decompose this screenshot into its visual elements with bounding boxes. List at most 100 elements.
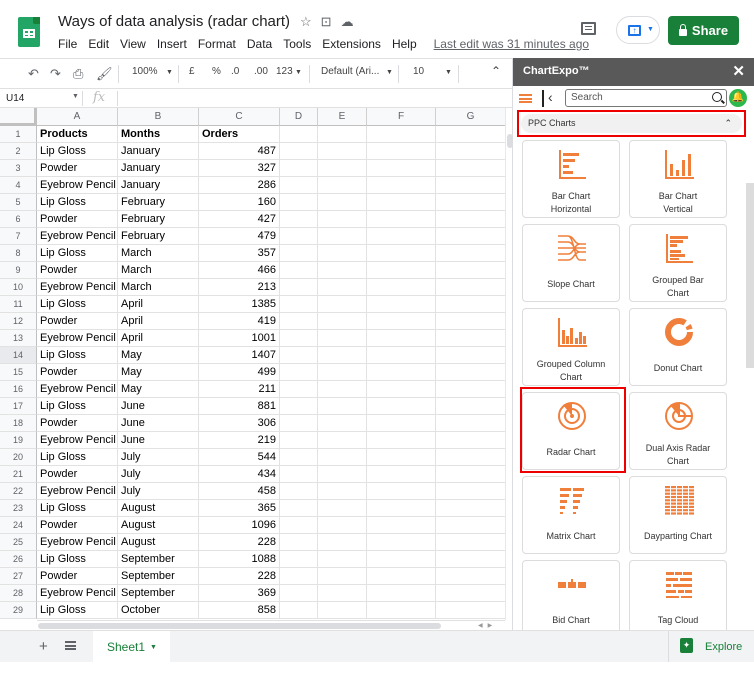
row-number[interactable]: 17 [0, 398, 37, 415]
cell-b24[interactable]: August [118, 517, 199, 534]
cell-d5[interactable] [280, 194, 318, 211]
cell-e4[interactable] [318, 177, 367, 194]
row-number[interactable]: 13 [0, 330, 37, 347]
cell-c15[interactable]: 499 [199, 364, 280, 381]
cell-e28[interactable] [318, 585, 367, 602]
cell-c11[interactable]: 1385 [199, 296, 280, 313]
cell-g18[interactable] [436, 415, 506, 432]
cell-g10[interactable] [436, 279, 506, 296]
chart-card-bar-chart-vertical[interactable]: Bar Chart Vertical [629, 140, 727, 218]
chart-card-matrix-chart[interactable]: Matrix Chart [522, 476, 620, 554]
cell-b26[interactable]: September [118, 551, 199, 568]
cell-d6[interactable] [280, 211, 318, 228]
cell-e12[interactable] [318, 313, 367, 330]
cell-a3[interactable]: Powder [37, 160, 118, 177]
cell-c13[interactable]: 1001 [199, 330, 280, 347]
chart-card-donut-chart[interactable]: Donut Chart [629, 308, 727, 386]
cell-b22[interactable]: July [118, 483, 199, 500]
cell-b25[interactable]: August [118, 534, 199, 551]
menu-tools[interactable]: Tools [283, 37, 311, 51]
cell-e8[interactable] [318, 245, 367, 262]
cell-e27[interactable] [318, 568, 367, 585]
column-header-f[interactable]: F [367, 108, 436, 126]
chart-card-dayparting-chart[interactable]: Dayparting Chart [629, 476, 727, 554]
star-icon[interactable]: ☆ [300, 14, 312, 30]
cell-a10[interactable]: Eyebrow Pencil [37, 279, 118, 296]
cell-d8[interactable] [280, 245, 318, 262]
cell-e21[interactable] [318, 466, 367, 483]
cell-f23[interactable] [367, 500, 436, 517]
cell-f16[interactable] [367, 381, 436, 398]
cell-e11[interactable] [318, 296, 367, 313]
zoom-select[interactable]: 100% [132, 66, 158, 77]
cell-f9[interactable] [367, 262, 436, 279]
cell-g19[interactable] [436, 432, 506, 449]
close-icon[interactable]: ✕ [732, 62, 745, 80]
cell-g17[interactable] [436, 398, 506, 415]
font-size-select[interactable]: 10 [413, 66, 424, 77]
cell-b18[interactable]: June [118, 415, 199, 432]
scroll-arrows[interactable]: ◀▶ [478, 622, 497, 629]
row-number[interactable]: 9 [0, 262, 37, 279]
cell-e25[interactable] [318, 534, 367, 551]
cell-a14[interactable]: Lip Gloss [37, 347, 118, 364]
notification-bell-icon[interactable]: 🔔 [729, 89, 747, 107]
cell-c17[interactable]: 881 [199, 398, 280, 415]
cell-a1[interactable]: Products [37, 126, 118, 143]
cell-d19[interactable] [280, 432, 318, 449]
cell-a25[interactable]: Eyebrow Pencil [37, 534, 118, 551]
row-number[interactable]: 2 [0, 143, 37, 160]
cell-b3[interactable]: January [118, 160, 199, 177]
menu-file[interactable]: File [58, 37, 77, 51]
cell-c23[interactable]: 365 [199, 500, 280, 517]
row-number[interactable]: 8 [0, 245, 37, 262]
row-number[interactable]: 7 [0, 228, 37, 245]
cell-c4[interactable]: 286 [199, 177, 280, 194]
zoom-chevron-down-icon[interactable]: ▼ [166, 69, 173, 76]
cell-f1[interactable] [367, 126, 436, 143]
row-number[interactable]: 22 [0, 483, 37, 500]
cell-b8[interactable]: March [118, 245, 199, 262]
increase-decimal-button[interactable]: .00 [254, 66, 268, 77]
cell-a21[interactable]: Powder [37, 466, 118, 483]
cell-g21[interactable] [436, 466, 506, 483]
cell-c20[interactable]: 544 [199, 449, 280, 466]
cell-f7[interactable] [367, 228, 436, 245]
explore-button[interactable]: ✦ Explore [668, 631, 754, 663]
row-number[interactable]: 5 [0, 194, 37, 211]
cell-e26[interactable] [318, 551, 367, 568]
cell-c9[interactable]: 466 [199, 262, 280, 279]
cell-a4[interactable]: Eyebrow Pencil [37, 177, 118, 194]
cell-e15[interactable] [318, 364, 367, 381]
move-to-folder-icon[interactable]: ⊡ [321, 14, 332, 30]
cell-b29[interactable]: October [118, 602, 199, 619]
cell-c21[interactable]: 434 [199, 466, 280, 483]
cell-g4[interactable] [436, 177, 506, 194]
cell-e17[interactable] [318, 398, 367, 415]
search-input[interactable]: Search [565, 89, 727, 107]
print-icon[interactable]: ⎙ [73, 67, 83, 80]
cell-b15[interactable]: May [118, 364, 199, 381]
undo-icon[interactable]: ↶ [28, 67, 39, 80]
cell-f19[interactable] [367, 432, 436, 449]
cell-b12[interactable]: April [118, 313, 199, 330]
cell-g2[interactable] [436, 143, 506, 160]
column-header-a[interactable]: A [37, 108, 118, 126]
cell-c25[interactable]: 228 [199, 534, 280, 551]
cell-c10[interactable]: 213 [199, 279, 280, 296]
cell-f14[interactable] [367, 347, 436, 364]
cell-b28[interactable]: September [118, 585, 199, 602]
cell-g15[interactable] [436, 364, 506, 381]
cell-b6[interactable]: February [118, 211, 199, 228]
back-icon[interactable]: ‹ [548, 89, 553, 105]
cell-d17[interactable] [280, 398, 318, 415]
sheet-tab-sheet1[interactable]: Sheet1 ▼ [93, 631, 170, 663]
cell-d2[interactable] [280, 143, 318, 160]
cell-d29[interactable] [280, 602, 318, 619]
cell-a23[interactable]: Lip Gloss [37, 500, 118, 517]
search-icon[interactable] [712, 92, 722, 102]
cell-c2[interactable]: 487 [199, 143, 280, 160]
row-number[interactable]: 15 [0, 364, 37, 381]
cell-f10[interactable] [367, 279, 436, 296]
row-number[interactable]: 29 [0, 602, 37, 619]
